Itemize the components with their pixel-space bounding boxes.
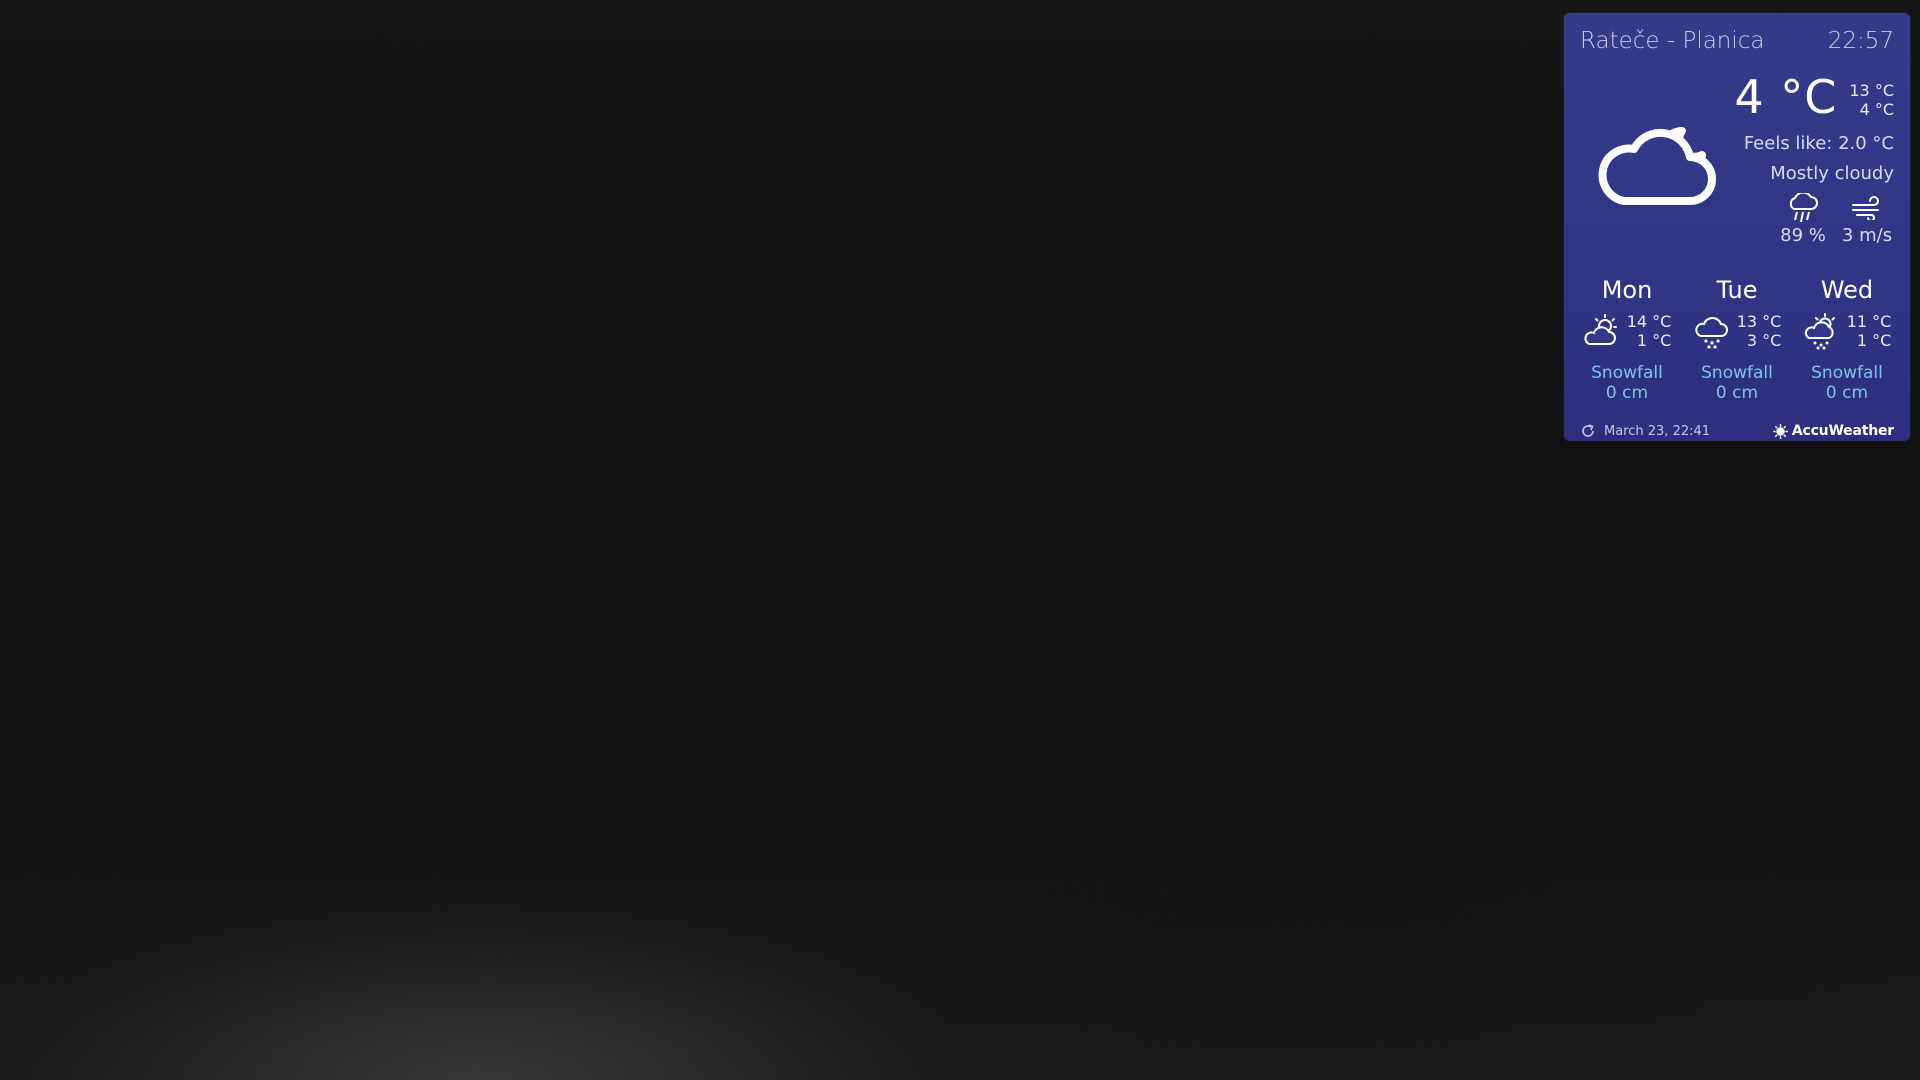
current-temperature: 4 °C — [1734, 70, 1838, 124]
precipitation: 89 % — [1768, 191, 1838, 246]
rain-cloud-icon — [1768, 191, 1838, 225]
current-conditions: 4 °C 13 °C 4 °C — [1734, 71, 1894, 123]
feels-like: Feels like: 2.0 °C — [1743, 133, 1894, 154]
forecast-high: 14 °C — [1626, 312, 1672, 331]
forecast-low: 1 °C — [1636, 331, 1672, 350]
forecast-high: 13 °C — [1736, 312, 1782, 331]
last-updated-text: March 23, 22:41 — [1604, 423, 1711, 439]
cloud-moon-icon — [1594, 93, 1734, 213]
wind-value: 3 m/s — [1841, 225, 1893, 246]
current-high-low: 13 °C 4 °C — [1849, 81, 1894, 119]
cloud-snow-icon — [1695, 317, 1728, 349]
forecast-day-name: Wed — [1820, 276, 1874, 304]
forecast-snow-label: Snowfall — [1591, 363, 1663, 383]
provider-name: AccuWeather — [1791, 423, 1894, 439]
forecast-snow-value: 0 cm — [1825, 383, 1869, 403]
forecast-day: Tue 13 °C 3 °C Snowfall 0 cm — [1682, 275, 1792, 403]
last-updated: March 23, 22:41 — [1580, 423, 1710, 439]
current-time: 22:57 — [1827, 28, 1894, 54]
accuweather-logo[interactable]: AccuWeather — [1772, 423, 1894, 439]
refresh-icon[interactable] — [1580, 423, 1596, 439]
wind: 3 m/s — [1832, 191, 1902, 246]
forecast-day: Mon 14 °C 1 °C Snowfall 0 cm — [1572, 275, 1682, 403]
forecast-low: 1 °C — [1856, 331, 1892, 350]
condition-text: Mostly cloudy — [1770, 163, 1894, 184]
widget-header: Rateče - Planica 22:57 — [1580, 23, 1894, 59]
forecast: Mon 14 °C 1 °C Snowfall 0 cm Tue 13 °C 3… — [1572, 275, 1902, 403]
weather-widget: Rateče - Planica 22:57 4 °C 13 °C 4 °C F… — [1564, 13, 1910, 441]
sun-cloud-snow-icon — [1804, 313, 1835, 350]
forecast-day-name: Tue — [1716, 276, 1758, 304]
forecast-snow-label: Snowfall — [1701, 363, 1773, 383]
current-high: 13 °C — [1849, 81, 1894, 100]
sun-logo-icon — [1772, 423, 1788, 439]
forecast-snow-value: 0 cm — [1715, 383, 1759, 403]
partly-cloudy-sun-icon — [1584, 314, 1617, 345]
forecast-day-name: Mon — [1601, 276, 1653, 304]
forecast-snow-label: Snowfall — [1811, 363, 1883, 383]
wind-icon — [1832, 191, 1902, 225]
forecast-low: 3 °C — [1746, 331, 1782, 350]
forecast-day: Wed 11 °C 1 °C Snowfall 0 cm — [1792, 275, 1902, 403]
widget-footer: March 23, 22:41 AccuWeather — [1580, 423, 1894, 439]
location-name: Rateče - Planica — [1580, 28, 1765, 54]
forecast-high: 11 °C — [1846, 312, 1892, 331]
current-low: 4 °C — [1859, 100, 1894, 119]
forecast-snow-value: 0 cm — [1605, 383, 1649, 403]
precipitation-value: 89 % — [1780, 225, 1826, 246]
